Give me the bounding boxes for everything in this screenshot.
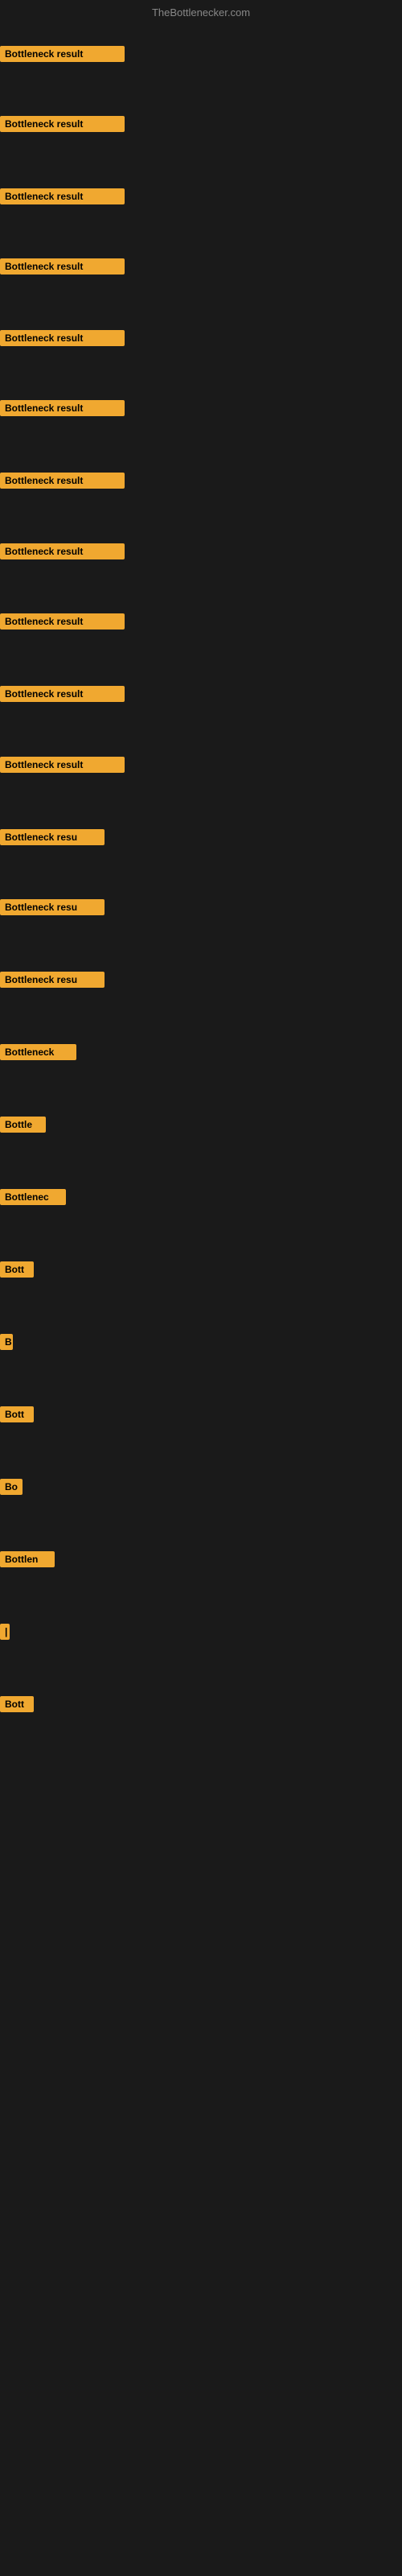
bottleneck-result-badge[interactable]: Bo — [0, 1479, 23, 1495]
bottleneck-result-badge[interactable]: | — [0, 1624, 10, 1640]
bottleneck-result-badge[interactable]: Bottleneck result — [0, 258, 125, 275]
site-title: TheBottlenecker.com — [152, 6, 250, 19]
bottleneck-result-badge[interactable]: Bott — [0, 1261, 34, 1278]
bottleneck-result-badge[interactable]: Bottleneck result — [0, 400, 125, 416]
bottleneck-result-badge[interactable]: Bottleneck result — [0, 330, 125, 346]
bottleneck-result-badge[interactable]: Bottleneck — [0, 1044, 76, 1060]
bottleneck-result-badge[interactable]: Bott — [0, 1406, 34, 1422]
bottleneck-result-badge[interactable]: Bottleneck result — [0, 46, 125, 62]
bottleneck-result-badge[interactable]: Bottleneck result — [0, 188, 125, 204]
bottleneck-result-badge[interactable]: Bottleneck result — [0, 757, 125, 773]
bottleneck-result-badge[interactable]: Bottleneck resu — [0, 899, 105, 915]
bottleneck-result-badge[interactable]: Bottleneck resu — [0, 972, 105, 988]
bottleneck-result-badge[interactable]: Bottleneck result — [0, 686, 125, 702]
bottleneck-result-badge[interactable]: Bottlenec — [0, 1189, 66, 1205]
bottleneck-result-badge[interactable]: Bottleneck result — [0, 543, 125, 559]
bottleneck-result-badge[interactable]: Bottlen — [0, 1551, 55, 1567]
bottleneck-result-badge[interactable]: Bottleneck result — [0, 613, 125, 630]
bottleneck-result-badge[interactable]: Bottleneck resu — [0, 829, 105, 845]
bottleneck-result-badge[interactable]: B — [0, 1334, 13, 1350]
bottleneck-result-badge[interactable]: Bott — [0, 1696, 34, 1712]
bottleneck-result-badge[interactable]: Bottle — [0, 1117, 46, 1133]
bottleneck-result-badge[interactable]: Bottleneck result — [0, 473, 125, 489]
bottleneck-result-badge[interactable]: Bottleneck result — [0, 116, 125, 132]
